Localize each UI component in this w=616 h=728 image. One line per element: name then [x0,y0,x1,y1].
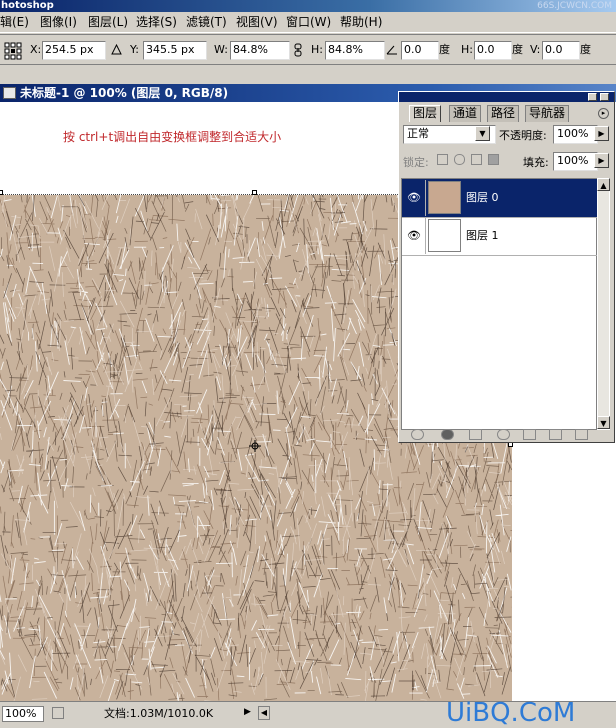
new-group-icon[interactable] [523,429,536,440]
tab-channels[interactable]: 通道 [449,105,482,122]
panel-title-bar[interactable] [399,92,614,102]
x-label: X: [30,43,42,56]
status-menu-arrow-icon[interactable]: ▶ [244,707,251,717]
menu-help[interactable]: 帮助(H) [340,15,382,29]
w-label: W: [214,43,228,56]
layers-footer [399,426,614,442]
scroll-left-icon[interactable]: ◀ [258,706,270,720]
menu-view[interactable]: 视图(V) [236,15,278,29]
document-icon [3,87,16,99]
panel-menu-icon[interactable]: ▸ [598,108,609,119]
watermark-text: 66S.JCWCN.COM [537,1,612,11]
document-size-info: 文档:1.03M/1010.0K [104,707,214,720]
opacity-label: 不透明度: [499,129,547,142]
angle-icon [386,45,397,55]
app-title-bar: hotoshop 66S.JCWCN.COM [0,0,616,12]
y-field[interactable]: 345.5 px [143,41,207,60]
hskew-unit: 度 [512,43,523,56]
blend-mode-dropdown-icon[interactable]: ▼ [475,126,490,141]
vskew-label: V: [530,43,541,56]
opacity-arrow-icon[interactable]: ▶ [594,126,609,141]
layer-thumbnail [428,181,461,214]
fill-arrow-icon[interactable]: ▶ [594,153,609,168]
tab-layers[interactable]: 图层 [409,105,442,122]
lock-transparency-icon[interactable] [437,154,448,165]
layer-list-scrollbar[interactable]: ▲ ▼ [597,178,610,430]
menu-select[interactable]: 选择(S) [136,15,177,29]
vskew-unit: 度 [580,43,591,56]
visibility-eye-icon[interactable]: 👁 [403,180,426,216]
fill-field[interactable]: 100% [553,152,598,171]
fill-label: 填充: [523,156,549,169]
lock-paint-icon[interactable] [454,154,465,165]
reference-point-icon[interactable] [4,42,22,60]
x-field[interactable]: 254.5 px [42,41,106,60]
transform-center-icon[interactable] [249,440,261,452]
menu-layer[interactable]: 图层(L) [88,15,128,29]
app-title: hotoshop [1,0,54,11]
layer-name: 图层 0 [466,191,499,204]
tab-paths[interactable]: 路径 [487,105,520,122]
link-icon[interactable] [293,43,303,57]
panel-minimize-button[interactable] [588,93,597,101]
h-label: H: [311,43,323,56]
status-preview-icon[interactable] [52,707,64,719]
new-layer-icon[interactable] [549,429,562,440]
link-layers-icon[interactable] [411,429,424,440]
menu-filter[interactable]: 滤镜(T) [186,15,227,29]
menu-bar: 辑(E) 图像(I) 图层(L) 选择(S) 滤镜(T) 视图(V) 窗口(W)… [0,12,616,33]
lock-label: 锁定: [403,156,429,169]
hskew-field[interactable]: 0.0 [474,41,512,60]
y-label: Y: [130,43,139,56]
layer-name: 图层 1 [466,229,499,242]
visibility-eye-icon[interactable]: 👁 [403,218,426,254]
angle-unit: 度 [439,43,450,56]
layer-row-0[interactable]: 👁 图层 0 [402,179,598,218]
hskew-label: H: [461,43,473,56]
status-bar: 100% 文档:1.03M/1010.0K ▶ ◀ UiBQ.CoM [0,698,616,728]
vskew-field[interactable]: 0.0 [542,41,580,60]
delete-layer-icon[interactable] [575,429,588,440]
menu-image[interactable]: 图像(I) [40,15,77,29]
scroll-up-icon[interactable]: ▲ [597,178,610,191]
options-bar: X: 254.5 px Y: 345.5 px W: 84.8% H: 84.8… [0,34,616,65]
layer-style-icon[interactable] [441,429,454,440]
menu-window[interactable]: 窗口(W) [286,15,331,29]
angle-field[interactable]: 0.0 [401,41,439,60]
delta-icon [111,44,122,55]
transform-handle-top-left[interactable] [0,190,3,195]
menu-edit[interactable]: 辑(E) [0,15,29,29]
document-title: 未标题-1 @ 100% (图层 0, RGB/8) [20,86,229,100]
instruction-text: 按 ctrl+t调出自由变换框调整到合适大小 [63,130,282,144]
zoom-field[interactable]: 100% [2,706,44,722]
lock-move-icon[interactable] [471,154,482,165]
add-mask-icon[interactable] [469,429,482,440]
adjustment-layer-icon[interactable] [497,429,510,440]
layers-panel: 图层 通道 路径 导航器 ▸ 正常 ▼ 不透明度: 100% ▶ 锁定: 填充:… [398,91,615,443]
transform-handle-top[interactable] [252,190,257,195]
height-field[interactable]: 84.8% [325,41,385,60]
panel-close-button[interactable] [600,93,609,101]
layer-row-1[interactable]: 👁 图层 1 [402,217,598,256]
brand-logo-text: UiBQ.CoM [446,698,576,728]
opacity-field[interactable]: 100% [553,125,598,144]
tab-navigator[interactable]: 导航器 [525,105,570,122]
layer-list: 👁 图层 0 👁 图层 1 [401,178,598,430]
lock-all-icon[interactable] [488,154,499,165]
layer-thumbnail [428,219,461,252]
width-field[interactable]: 84.8% [230,41,290,60]
